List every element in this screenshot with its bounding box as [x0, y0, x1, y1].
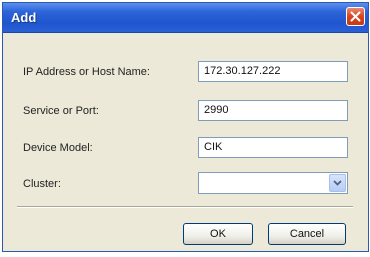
close-button[interactable] — [346, 7, 365, 26]
cluster-select[interactable] — [198, 172, 348, 194]
add-dialog: Add IP Address or Host Name: 172.30.127.… — [2, 2, 369, 252]
port-label: Service or Port: — [23, 105, 99, 117]
host-input[interactable]: 172.30.127.222 — [198, 61, 348, 82]
host-label: IP Address or Host Name: — [23, 66, 150, 78]
cluster-label: Cluster: — [23, 178, 61, 190]
title-bar[interactable]: Add — [3, 3, 368, 33]
device-model-label: Device Model: — [23, 142, 93, 154]
port-input[interactable]: 2990 — [198, 100, 348, 121]
cancel-button[interactable]: Cancel — [268, 223, 346, 245]
close-icon — [350, 11, 361, 22]
separator — [17, 206, 353, 208]
cluster-dropdown-button[interactable] — [329, 174, 346, 192]
chevron-down-icon — [333, 180, 342, 186]
ok-button[interactable]: OK — [183, 223, 253, 245]
device-model-input[interactable]: CIK — [198, 137, 348, 158]
window-title: Add — [11, 10, 37, 25]
